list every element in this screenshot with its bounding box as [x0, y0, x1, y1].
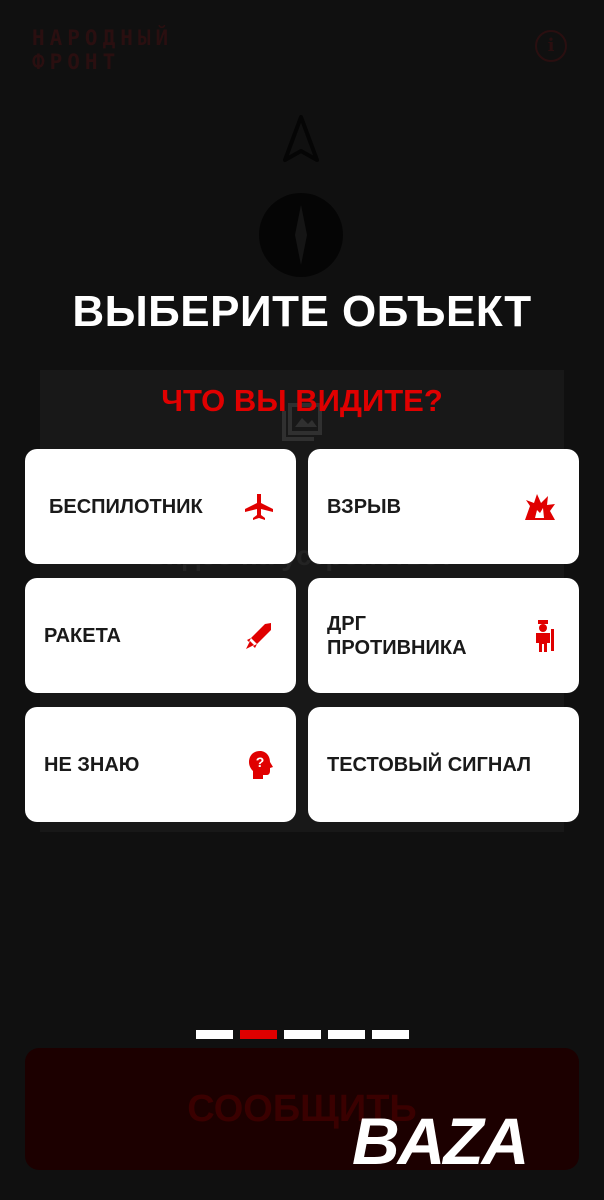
option-label: ДРГ ПРОТИВНИКА	[327, 612, 467, 659]
option-label: ТЕСТОВЫЙ СИГНАЛ	[327, 753, 532, 776]
explosion-icon	[525, 493, 555, 520]
page-dot	[284, 1030, 321, 1039]
page-dot	[328, 1030, 365, 1039]
logo-line-1: НАРОДНЫЙ	[32, 26, 174, 50]
page-dot-active	[240, 1030, 277, 1039]
info-icon: i	[547, 35, 555, 56]
watermark-logo: BAZA	[352, 1104, 529, 1178]
option-label: РАКЕТА	[44, 624, 121, 647]
navigation-arrow-icon	[283, 115, 319, 162]
question-head-icon: ?	[249, 750, 273, 779]
airplane-icon	[245, 493, 273, 520]
page-title: ВЫБЕРИТЕ ОБЪЕКТ	[72, 287, 532, 336]
info-button[interactable]: i	[535, 30, 567, 62]
svg-text:?: ?	[256, 754, 265, 770]
option-drone[interactable]: БЕСПИЛОТНИК	[25, 449, 296, 564]
option-label: ВЗРЫВ	[327, 495, 402, 518]
page-dot	[196, 1030, 233, 1039]
compass-icon	[259, 193, 343, 277]
option-unknown[interactable]: НЕ ЗНАЮ ?	[25, 707, 296, 822]
option-sabotage-group[interactable]: ДРГ ПРОТИВНИКА	[308, 578, 579, 693]
rocket-icon	[246, 622, 271, 649]
question-heading: ЧТО ВЫ ВИДИТЕ?	[161, 383, 443, 418]
app-logo: НАРОДНЫЙ ФРОНТ	[32, 26, 173, 74]
soldier-icon	[536, 619, 554, 652]
option-label: БЕСПИЛОТНИК	[49, 495, 203, 518]
page-dot	[372, 1030, 409, 1039]
option-missile[interactable]: РАКЕТА	[25, 578, 296, 693]
logo-line-2: ФРОНТ	[32, 50, 121, 74]
option-test-signal[interactable]: ТЕСТОВЫЙ СИГНАЛ	[308, 707, 579, 822]
option-label: НЕ ЗНАЮ	[44, 753, 140, 776]
option-explosion[interactable]: ВЗРЫВ	[308, 449, 579, 564]
